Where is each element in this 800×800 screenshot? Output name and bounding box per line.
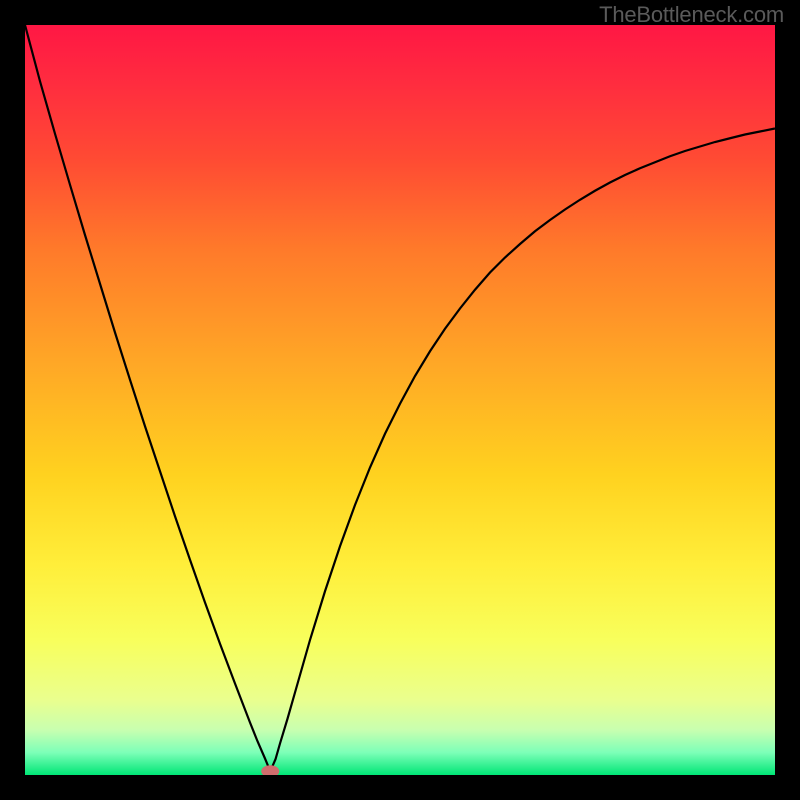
chart-svg xyxy=(0,0,800,800)
watermark-label: TheBottleneck.com xyxy=(599,2,784,28)
minimum-marker xyxy=(261,765,279,777)
bottleneck-chart: TheBottleneck.com xyxy=(0,0,800,800)
